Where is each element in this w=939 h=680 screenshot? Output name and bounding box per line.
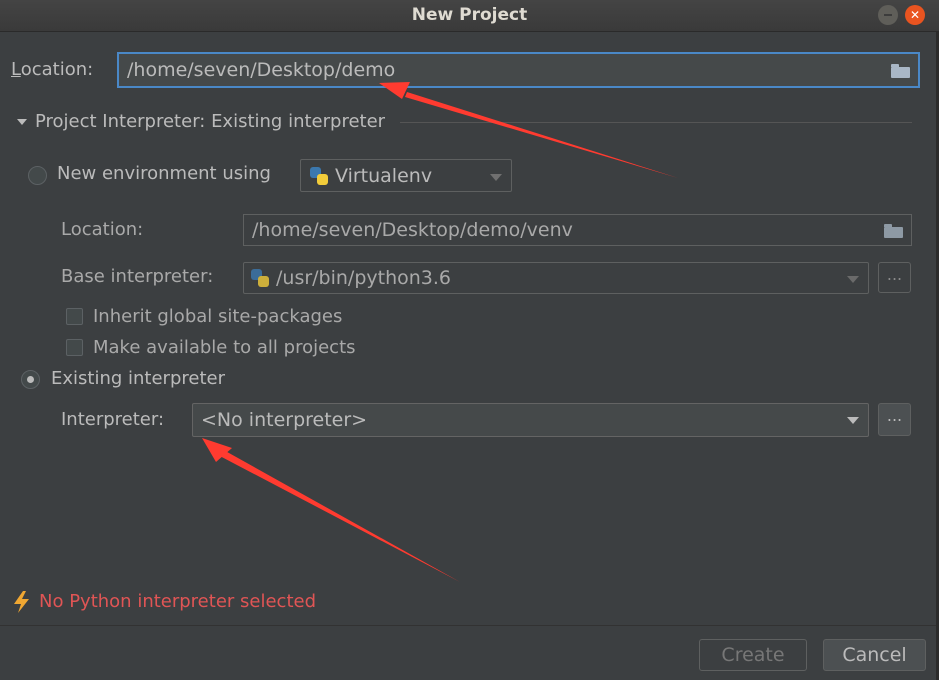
annotation-arrows bbox=[202, 82, 678, 582]
annotation-arrow-interpreter bbox=[202, 438, 460, 582]
annotation-arrow-location bbox=[379, 82, 678, 178]
